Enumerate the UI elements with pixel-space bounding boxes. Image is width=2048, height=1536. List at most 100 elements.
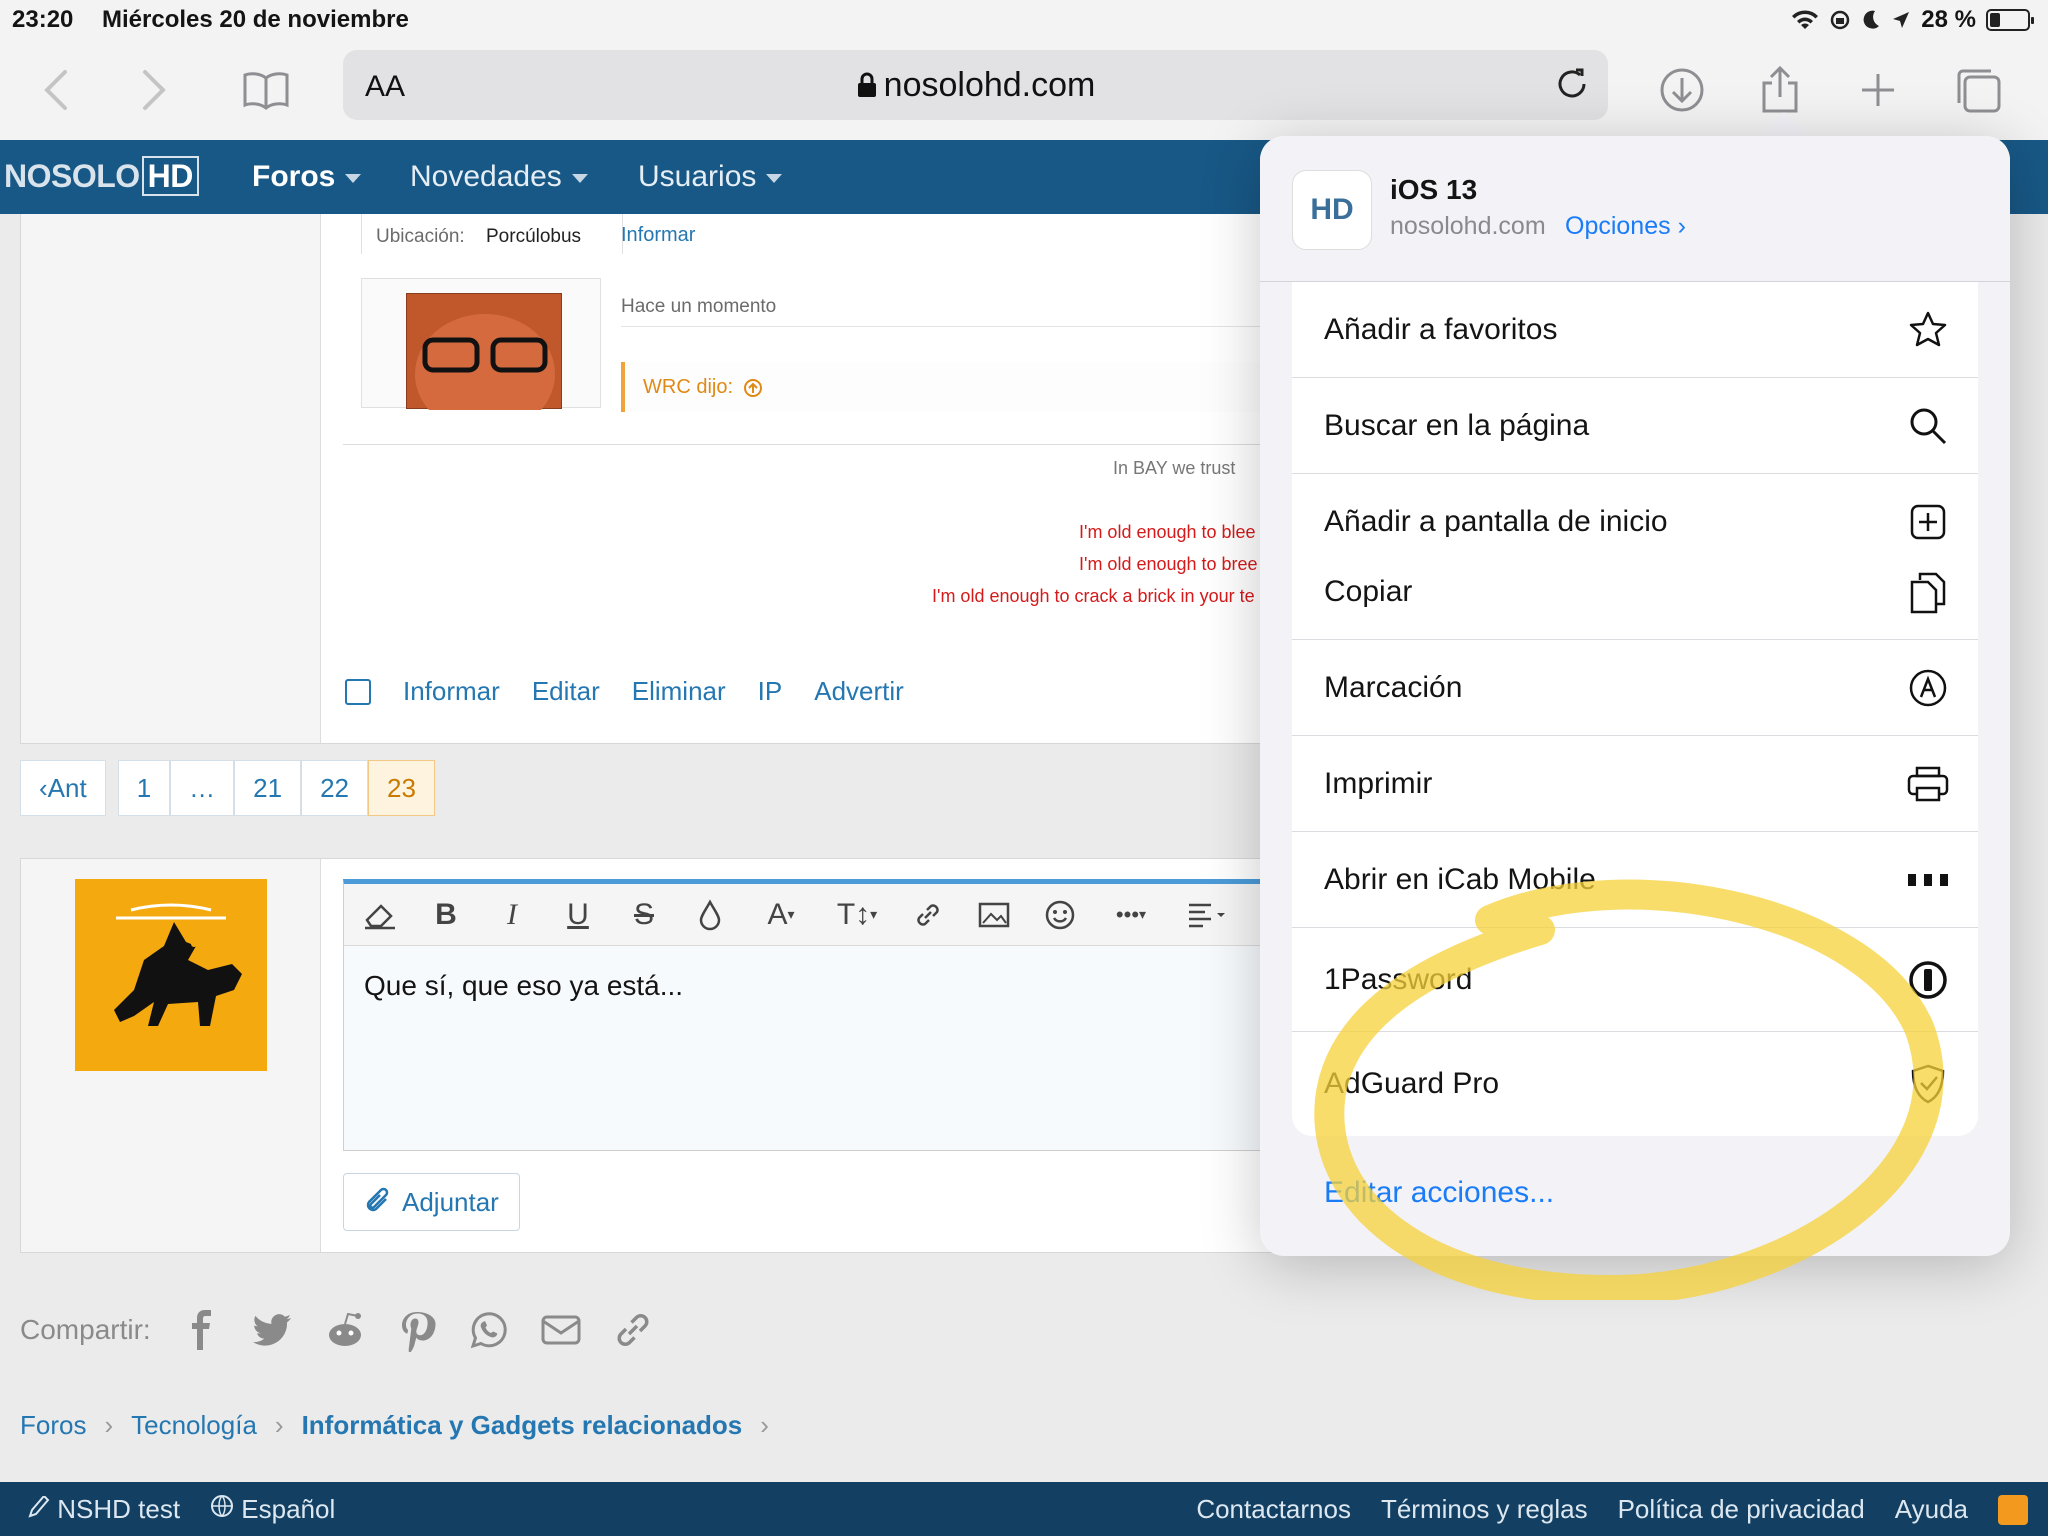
action-adguard[interactable]: AdGuard Pro — [1292, 1032, 1978, 1136]
action-print[interactable]: Imprimir — [1292, 736, 1978, 832]
action-warn[interactable]: Advertir — [814, 676, 904, 707]
link-share-icon[interactable] — [611, 1308, 655, 1352]
download-icon[interactable] — [1654, 62, 1710, 118]
underline-button[interactable]: U — [556, 893, 600, 937]
page-1[interactable]: 1 — [117, 760, 171, 816]
color-drop-icon[interactable] — [688, 893, 732, 937]
action-markup-label: Marcación — [1324, 670, 1463, 704]
link-icon[interactable] — [906, 893, 950, 937]
battery-icon — [1986, 9, 2034, 31]
signature-line-1: In BAY we trust — [1113, 458, 1236, 478]
report-link-top[interactable]: Informar — [621, 224, 695, 247]
share-icon[interactable] — [1752, 62, 1808, 118]
reply-textarea[interactable]: Que sí, que eso ya está... — [344, 946, 1320, 1150]
avatar[interactable] — [75, 879, 267, 1071]
action-ip[interactable]: IP — [758, 676, 783, 707]
action-open-icab[interactable]: Abrir en iCab Mobile — [1292, 832, 1978, 928]
nav-foros-label: Foros — [252, 160, 336, 193]
font-size-button[interactable]: T↕ ▾ — [830, 893, 884, 937]
font-family-button[interactable]: A ▾ — [754, 893, 808, 937]
face-photo-icon — [415, 314, 555, 434]
rotation-lock-icon — [1831, 10, 1850, 30]
tabs-icon[interactable] — [1950, 62, 2006, 118]
icab-icon — [1906, 858, 1950, 902]
status-bar: 23:20 Miércoles 20 de noviembre 28 % — [0, 0, 2048, 42]
footer-language-link[interactable]: Español — [210, 1494, 335, 1525]
action-edit[interactable]: Editar — [532, 676, 600, 707]
image-icon[interactable] — [972, 893, 1016, 937]
page-21[interactable]: 21 — [234, 760, 302, 816]
more-options-icon[interactable]: ••• ▾ — [1104, 893, 1158, 937]
chevron-right-icon: › — [104, 1410, 114, 1440]
facebook-icon[interactable] — [179, 1308, 223, 1352]
bold-button[interactable]: B — [424, 893, 468, 937]
email-icon[interactable] — [539, 1308, 583, 1352]
select-checkbox[interactable] — [345, 678, 371, 705]
action-add-home-label: Añadir a pantalla de inicio — [1324, 505, 1668, 538]
reddit-icon[interactable] — [323, 1308, 367, 1352]
action-copy-label: Copiar — [1324, 574, 1413, 608]
crumb-informatica[interactable]: Informática y Gadgets relacionados — [302, 1410, 743, 1441]
action-copy[interactable]: Copiar — [1292, 544, 1978, 640]
status-time: 23:20 — [12, 6, 74, 33]
post-time: Hace un momento — [621, 296, 777, 317]
page-22[interactable]: 22 — [301, 760, 369, 816]
new-tab-icon[interactable] — [1850, 62, 1906, 118]
page-23-current[interactable]: 23 — [368, 760, 435, 816]
edit-actions-link[interactable]: Editar acciones... — [1324, 1176, 1554, 1210]
paint-brush-icon — [28, 1494, 50, 1518]
action-report[interactable]: Informar — [403, 676, 500, 707]
twitter-icon[interactable] — [251, 1308, 295, 1352]
footer-style-link[interactable]: NSHD test — [28, 1494, 180, 1525]
share-label: Compartir: — [20, 1314, 151, 1345]
url-bar[interactable]: AA nosolohd.com — [343, 50, 1608, 120]
adguard-icon — [1906, 1062, 1950, 1106]
chevron-down-icon — [766, 173, 783, 183]
footer-help[interactable]: Ayuda — [1895, 1494, 1968, 1525]
back-icon[interactable] — [28, 62, 84, 118]
action-adguard-label: AdGuard Pro — [1324, 1067, 1500, 1100]
action-1password[interactable]: 1Password — [1292, 928, 1978, 1032]
footer-privacy[interactable]: Política de privacidad — [1618, 1494, 1865, 1525]
footer-terms[interactable]: Términos y reglas — [1381, 1494, 1588, 1525]
share-options-link[interactable]: Opciones › — [1565, 212, 1686, 241]
crumb-foros[interactable]: Foros — [20, 1410, 86, 1441]
page-ellipsis[interactable]: … — [170, 760, 235, 816]
action-add-favorites[interactable]: Añadir a favoritos — [1292, 282, 1978, 378]
wolf-emblem-icon — [114, 903, 242, 1026]
arrow-up-circle-icon[interactable] — [743, 378, 763, 398]
action-markup[interactable]: Marcación — [1292, 640, 1978, 736]
globe-icon — [211, 1495, 234, 1517]
strikethrough-button[interactable]: S — [622, 893, 666, 937]
nav-usuarios-label: Usuarios — [638, 160, 757, 193]
forward-icon[interactable] — [126, 62, 182, 118]
eraser-icon[interactable] — [358, 893, 402, 937]
bookmarks-icon[interactable] — [238, 62, 294, 118]
nav-novedades[interactable]: Novedades — [410, 160, 588, 194]
logo-nosolo: NOSOLO — [4, 158, 140, 194]
nav-usuarios[interactable]: Usuarios — [638, 160, 783, 194]
browser-toolbar: AA nosolohd.com — [0, 42, 2048, 140]
battery-percent: 28 % — [1921, 6, 1976, 33]
footer-contact[interactable]: Contactarnos — [1196, 1494, 1351, 1525]
align-icon[interactable] — [1180, 893, 1234, 937]
signature-line-4: I'm old enough to crack a brick in your … — [932, 586, 1255, 606]
action-find-in-page[interactable]: Buscar en la página — [1292, 378, 1978, 474]
italic-button[interactable]: I — [490, 893, 534, 937]
nav-foros[interactable]: Foros — [252, 160, 362, 194]
post-block: Ubicación: Porcúlobus Informar Hace un m… — [20, 214, 1321, 744]
reload-icon[interactable] — [1552, 64, 1592, 104]
rss-icon[interactable] — [1998, 1494, 2028, 1525]
whatsapp-icon[interactable] — [467, 1308, 511, 1352]
url-display[interactable]: nosolohd.com — [343, 66, 1608, 105]
post-sidebar — [21, 214, 321, 743]
page-prev[interactable]: ‹ Ant — [20, 760, 106, 816]
action-icab-label: Abrir en iCab Mobile — [1324, 862, 1596, 896]
attach-button[interactable]: Adjuntar — [343, 1173, 520, 1231]
site-logo[interactable]: NOSOLO HD — [4, 156, 199, 196]
smiley-icon[interactable] — [1038, 893, 1082, 937]
crumb-tecnologia[interactable]: Tecnología — [131, 1410, 257, 1441]
editor-toolbar: B I U S A ▾ T↕ ▾ ••• ▾ — [344, 884, 1320, 946]
pinterest-icon[interactable] — [395, 1308, 439, 1352]
action-delete[interactable]: Eliminar — [632, 676, 726, 707]
